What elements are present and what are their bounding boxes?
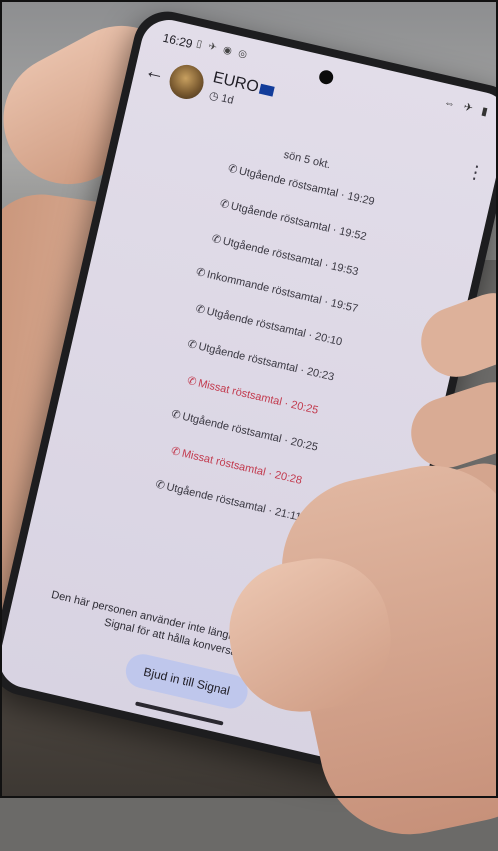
phone-icon: ✆ xyxy=(194,302,207,317)
phone-icon: ✆ xyxy=(170,408,182,422)
timer-value: 1d xyxy=(220,92,235,107)
phone-icon: ✆ xyxy=(210,232,223,247)
status-time: 16:29 xyxy=(161,30,194,52)
phone-icon: ✆ xyxy=(186,338,198,352)
phone-icon: ✆ xyxy=(169,445,182,459)
timer-icon: ◷ xyxy=(207,89,220,104)
phone-icon: ✆ xyxy=(218,197,231,212)
phone-icon: ✆ xyxy=(226,162,239,177)
phone-icon: ✆ xyxy=(194,266,207,280)
eu-flag-icon xyxy=(259,83,275,97)
arrow-left-icon[interactable]: ← xyxy=(142,60,167,87)
avatar[interactable] xyxy=(166,61,207,103)
phone-icon: ✆ xyxy=(185,374,198,389)
phone-icon: ✆ xyxy=(154,478,166,493)
gesture-nav-bar[interactable] xyxy=(135,701,224,726)
